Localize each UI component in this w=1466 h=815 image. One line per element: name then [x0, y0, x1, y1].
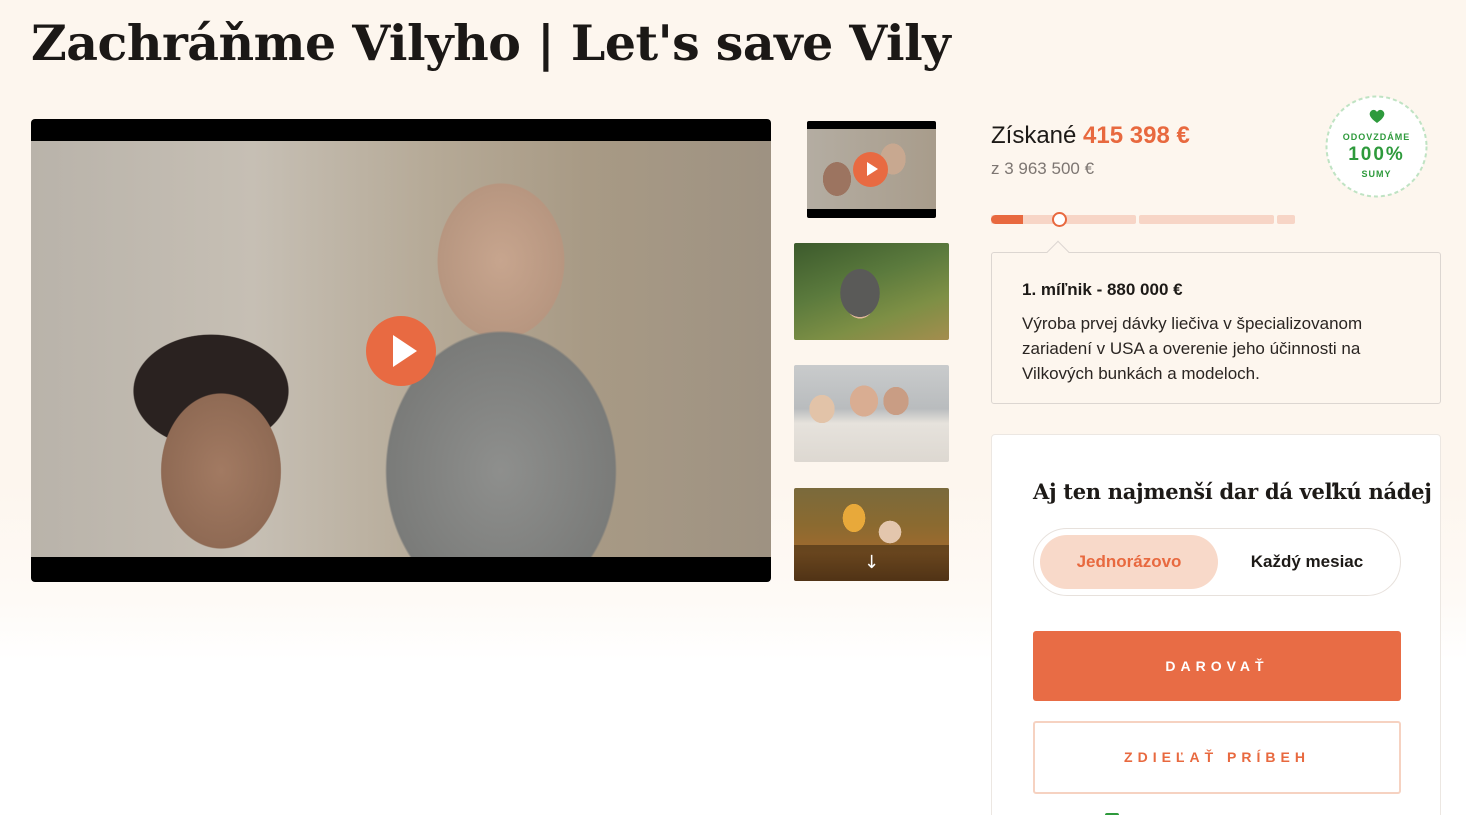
progress-fill: [991, 215, 1023, 224]
badge-top-text: ODOVZDÁME: [1342, 132, 1411, 142]
thumbnail-photo-family[interactable]: [794, 365, 949, 462]
milestone-description: Výroba prvej dávky liečiva v špecializov…: [1022, 314, 1363, 383]
frequency-toggle: Jednorázovo Každý mesiac: [1033, 528, 1401, 596]
tooltip-caret: [1046, 240, 1070, 264]
play-icon[interactable]: [853, 152, 888, 187]
hundred-percent-badge: ODOVZDÁME 100% SUMY: [1324, 94, 1429, 199]
progress-segment-3: [1277, 215, 1295, 224]
milestone-title: 1. míľnik - 880 000 €: [1022, 280, 1183, 299]
arrow-down-icon[interactable]: ↓: [864, 554, 879, 572]
badge-percent-text: 100%: [1348, 144, 1405, 165]
frequency-option-one-time[interactable]: Jednorázovo: [1040, 535, 1218, 589]
donate-heading: Aj ten najmenší dar dá veľkú nádej: [1033, 479, 1432, 504]
badge-bottom-text: SUMY: [1361, 169, 1392, 179]
milestone-marker[interactable]: [1052, 212, 1067, 227]
play-icon[interactable]: [366, 316, 436, 386]
heart-hands-icon: [1369, 109, 1385, 123]
donate-button[interactable]: DAROVAŤ: [1033, 631, 1401, 701]
raised-label: Získané: [991, 122, 1077, 149]
milestone-tooltip: 1. míľnik - 880 000 € Výroba prvej dávky…: [991, 240, 1441, 404]
thumbnail-video[interactable]: [807, 121, 936, 218]
thumbnail-photo-boy-hat[interactable]: [794, 243, 949, 340]
raised-summary: Získané 415 398 €: [991, 122, 1190, 150]
funding-progress-bar: [991, 215, 1295, 224]
thumbnail-photo-autumn[interactable]: ↓: [794, 488, 949, 581]
share-story-button[interactable]: ZDIEĽAŤ PRÍBEH: [1033, 721, 1401, 794]
main-video-player[interactable]: [31, 119, 771, 582]
progress-segment-2: [1139, 215, 1274, 224]
page-title: Zachráňme Vilyho | Let's save Vily: [31, 14, 951, 72]
donate-card: Aj ten najmenší dar dá veľkú nádej Jedno…: [991, 434, 1441, 815]
raised-amount: 415 398 €: [1083, 122, 1190, 149]
goal-amount: z 3 963 500 €: [991, 159, 1095, 178]
frequency-option-monthly[interactable]: Každý mesiac: [1218, 535, 1396, 589]
